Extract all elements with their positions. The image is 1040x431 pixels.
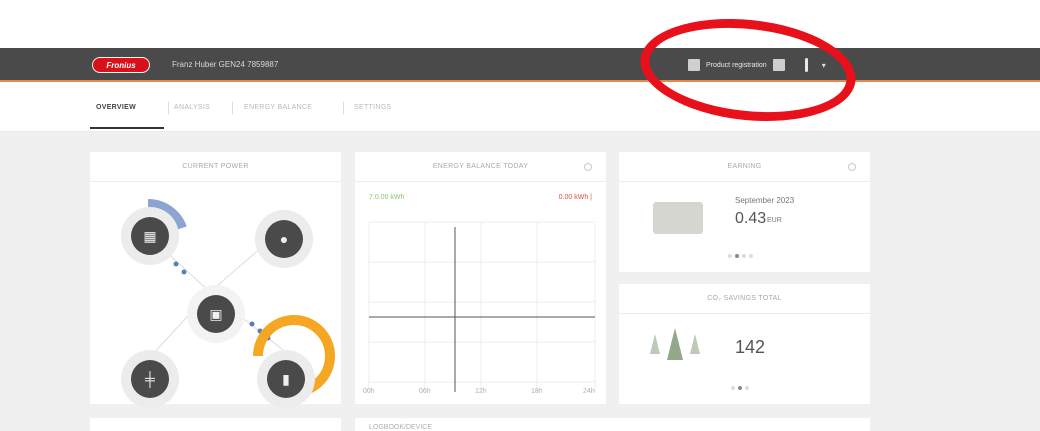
consumed-energy: 0.00 kWh | [558,194,592,201]
carousel-dot[interactable] [735,254,739,258]
battery-icon: ▮ [267,360,305,398]
solar-node[interactable]: ▦ [121,207,179,265]
x-tick: 24h [583,388,595,395]
tab-energy-balance[interactable]: ENERGY BALANCE [244,104,312,111]
earnings-unit: EUR [767,217,782,224]
solar-panel-icon: ▦ [131,217,169,255]
header-actions: Product registration ▾ [688,57,826,73]
x-tick: 12h [475,388,487,395]
info-icon[interactable] [584,163,592,171]
carousel-dot[interactable] [738,386,742,390]
money-icon [653,202,703,234]
card-title: EARNING [619,152,870,182]
x-tick: 18h [531,388,543,395]
carousel-dots[interactable] [731,386,749,390]
earnings-value: 0.43 [735,210,767,227]
inverter-node[interactable]: ▣ [187,285,245,343]
tab-divider [232,102,233,114]
earnings-card: EARNING September 2023 0.43 EUR [619,152,870,272]
lightbulb-icon: ● [265,220,303,258]
carousel-dots[interactable] [728,254,753,258]
tab-bar: OVERVIEW ANALYSIS ENERGY BALANCE SETTING… [0,84,1040,132]
carousel-dot[interactable] [745,386,749,390]
active-tab-indicator [90,127,164,129]
grid-node[interactable]: ╪ [121,350,179,408]
info-icon[interactable] [848,163,856,171]
co2-value: 142 [735,337,766,357]
chevron-down-icon[interactable]: ▾ [822,61,826,70]
app-root: Fronius Franz Huber GEN24 7859887 Produc… [0,0,1040,431]
system-name: Franz Huber GEN24 7859887 [172,60,279,69]
energy-balance-chart [368,221,596,392]
earnings-period: September 2023 [735,196,795,205]
energy-balance-card: ENERGY BALANCE TODAY 7.0.00 kWh 0.00 kWh… [355,152,606,404]
co2-savings-card: CO₂ SAVINGS TOTAL 142 [619,284,870,404]
inverter-icon: ▣ [197,295,235,333]
trees-icon [650,328,700,360]
tab-analysis[interactable]: ANALYSIS [174,104,210,111]
tab-settings[interactable]: SETTINGS [354,104,391,111]
x-axis-ticks: 00h 06h 12h 18h 24h [355,388,606,398]
card-title: LOGBOOK/DEVICE [369,424,433,431]
current-power-card: CURRENT POWER ▦ ● ▣ ╪ ▮ [90,152,341,408]
card-title: ENERGY BALANCE TODAY [355,152,606,182]
top-navigation-bar: Fronius Franz Huber GEN24 7859887 Produc… [0,48,1040,82]
card-title: CO₂ SAVINGS TOTAL [619,284,870,314]
tab-divider [343,102,344,114]
bottom-left-card [90,418,341,431]
grid-icon[interactable] [688,59,700,71]
x-tick: 00h [363,388,375,395]
produced-energy: 7.0.00 kWh [369,194,405,201]
carousel-dot[interactable] [731,386,735,390]
power-pole-icon: ╪ [131,360,169,398]
tab-divider [168,102,169,114]
user-icon[interactable] [804,58,808,72]
card-title: CURRENT POWER [90,152,341,182]
consumption-node[interactable]: ● [255,210,313,268]
carousel-dot[interactable] [742,254,746,258]
fronius-logo[interactable]: Fronius [92,57,150,73]
carousel-dot[interactable] [728,254,732,258]
logbook-card: LOGBOOK/DEVICE [355,418,870,431]
carousel-dot[interactable] [749,254,753,258]
document-icon[interactable] [772,59,785,71]
product-registration-link[interactable]: Product registration [706,62,767,69]
battery-node[interactable]: ▮ [257,350,315,408]
x-tick: 06h [419,388,431,395]
tab-overview[interactable]: OVERVIEW [96,104,136,111]
dashboard-content: CURRENT POWER ▦ ● ▣ ╪ ▮ ENERGY BALANCE T… [0,132,1040,431]
